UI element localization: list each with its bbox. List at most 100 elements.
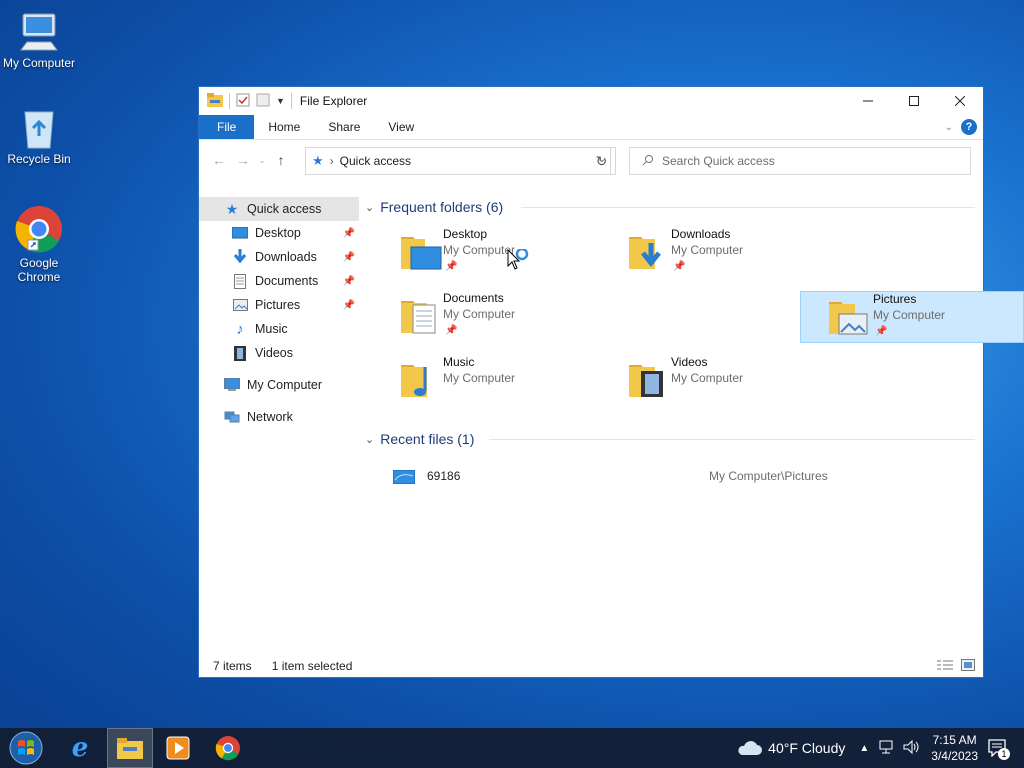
nav-item-pictures[interactable]: Pictures 📌: [199, 293, 359, 317]
taskbar-media-player[interactable]: [155, 728, 201, 768]
list-item[interactable]: 69186 My Computer\Pictures: [391, 467, 951, 487]
taskbar-internet-explorer[interactable]: e: [57, 728, 103, 768]
nav-item-desktop[interactable]: Desktop 📌: [199, 221, 359, 245]
desktop-icon-google-chrome[interactable]: Google Chrome: [1, 204, 77, 284]
volume-icon[interactable]: [903, 739, 919, 757]
folder-name: Desktop: [443, 227, 488, 241]
tab-share[interactable]: Share: [314, 115, 374, 139]
cloud-icon: [738, 741, 763, 755]
computer-icon: [223, 377, 241, 393]
pin-icon: 📌: [673, 261, 686, 272]
search-box[interactable]: Search Quick access: [629, 147, 971, 175]
nav-label: Downloads: [255, 250, 317, 264]
navigation-bar: ← → ⌄ ↑ ★ › Quick access ⌄ ↻ Search Quic…: [199, 140, 983, 180]
notifications-button[interactable]: 1: [988, 738, 1010, 760]
recent-files-header[interactable]: ⌄ Recent files (1): [365, 427, 975, 451]
nav-item-network[interactable]: Network: [199, 405, 359, 429]
cursor-arrow-icon: [507, 247, 529, 270]
breadcrumb-chevron-icon: ›: [329, 154, 334, 168]
address-bar[interactable]: ★ › Quick access ⌄: [305, 147, 611, 175]
image-file-icon: [393, 470, 415, 484]
star-icon: ★: [312, 153, 324, 168]
weather-widget[interactable]: 40°F Cloudy: [736, 739, 845, 757]
folder-location: My Computer: [671, 243, 744, 257]
show-hidden-icons-chevron-icon[interactable]: ▲: [859, 743, 869, 754]
up-button[interactable]: ↑: [269, 152, 293, 168]
forward-button[interactable]: →: [231, 152, 255, 168]
chrome-icon: [215, 736, 240, 761]
nav-label: Network: [247, 410, 293, 424]
close-icon: [955, 96, 965, 106]
clock[interactable]: 7:15 AM 3/4/2023: [931, 732, 978, 764]
film-strip-icon: [231, 345, 249, 361]
nav-item-music[interactable]: ♪ Music: [199, 317, 359, 341]
desktop-icon-my-computer[interactable]: My Computer: [1, 10, 77, 70]
chevron-down-icon: ⌄: [365, 433, 375, 446]
help-button[interactable]: ?: [961, 119, 977, 135]
start-button[interactable]: [4, 728, 48, 768]
pin-icon: 📌: [875, 326, 888, 337]
pin-icon: 📌: [342, 299, 355, 311]
customize-toolbar-chevron-icon[interactable]: ▼: [276, 96, 285, 106]
folder-name: Videos: [671, 355, 708, 369]
new-folder-icon[interactable]: [256, 93, 270, 110]
tab-view[interactable]: View: [374, 115, 428, 139]
nav-item-documents[interactable]: Documents 📌: [199, 269, 359, 293]
title-bar[interactable]: ▼ File Explorer: [199, 87, 983, 115]
refresh-icon: ↻: [595, 152, 608, 169]
minimize-button[interactable]: [845, 87, 891, 115]
group-title: Frequent folders (6): [380, 199, 504, 215]
frequent-folders-header[interactable]: ⌄ Frequent folders (6): [365, 195, 975, 219]
folder-tile-downloads[interactable]: Downloads My Computer 📌: [627, 227, 849, 277]
nav-item-my-computer[interactable]: My Computer: [199, 373, 359, 397]
recent-locations-button[interactable]: ⌄: [255, 156, 269, 165]
folder-tile-music[interactable]: Music My Computer: [399, 355, 621, 405]
file-name: 69186: [427, 469, 461, 483]
desktop-icon-label: My Computer: [2, 56, 76, 70]
large-icons-view-icon[interactable]: [961, 659, 975, 674]
folder-tile-pictures[interactable]: Pictures My Computer 📌: [800, 291, 1024, 343]
tab-file[interactable]: File: [199, 115, 255, 139]
close-button[interactable]: [937, 87, 983, 115]
search-icon: [642, 154, 654, 169]
folder-icon: [117, 738, 143, 759]
pictures-folder-icon: [829, 302, 868, 335]
folder-tile-videos[interactable]: Videos My Computer: [627, 355, 849, 405]
nav-item-downloads[interactable]: Downloads 📌: [199, 245, 359, 269]
desktop-icon: [231, 225, 249, 241]
divider: [290, 93, 292, 109]
search-input[interactable]: Search Quick access: [662, 154, 775, 168]
maximize-icon: [909, 96, 919, 106]
pin-icon: 📌: [445, 261, 458, 272]
nav-item-quick-access[interactable]: ★ Quick access: [199, 197, 359, 221]
divider: [521, 207, 975, 208]
maximize-button[interactable]: [891, 87, 937, 115]
weather-text: 40°F Cloudy: [768, 740, 846, 756]
view-switcher: [937, 659, 975, 674]
tab-home[interactable]: Home: [254, 115, 314, 139]
clock-date: 3/4/2023: [931, 749, 978, 763]
arrow-right-icon: →: [236, 152, 250, 168]
nav-label: My Computer: [247, 378, 323, 392]
properties-icon[interactable]: [236, 93, 250, 110]
downloads-folder-icon: [629, 237, 661, 269]
file-location: My Computer\Pictures: [709, 469, 828, 483]
folder-tile-documents[interactable]: Documents My Computer 📌: [399, 291, 621, 341]
taskbar-google-chrome[interactable]: [205, 728, 251, 768]
pin-icon: 📌: [342, 275, 355, 287]
chevron-down-icon: ⌄: [258, 155, 266, 165]
folder-location: My Computer: [443, 371, 516, 385]
mouse-cursor: [507, 247, 535, 274]
network-status-icon[interactable]: [879, 740, 895, 757]
nav-item-videos[interactable]: Videos: [199, 341, 359, 365]
back-button[interactable]: ←: [207, 152, 231, 168]
document-icon: [231, 273, 249, 289]
refresh-button[interactable]: ↻: [588, 147, 616, 175]
expand-ribbon-chevron-icon[interactable]: ⌄: [945, 122, 953, 133]
nav-label: Videos: [255, 346, 293, 360]
ribbon-tabs: File Home Share View ⌄ ?: [199, 115, 983, 140]
details-view-icon[interactable]: [937, 659, 953, 674]
desktop-icon-recycle-bin[interactable]: Recycle Bin: [1, 106, 77, 166]
breadcrumb-quick-access[interactable]: Quick access: [340, 154, 411, 168]
taskbar-file-explorer[interactable]: [107, 728, 153, 768]
